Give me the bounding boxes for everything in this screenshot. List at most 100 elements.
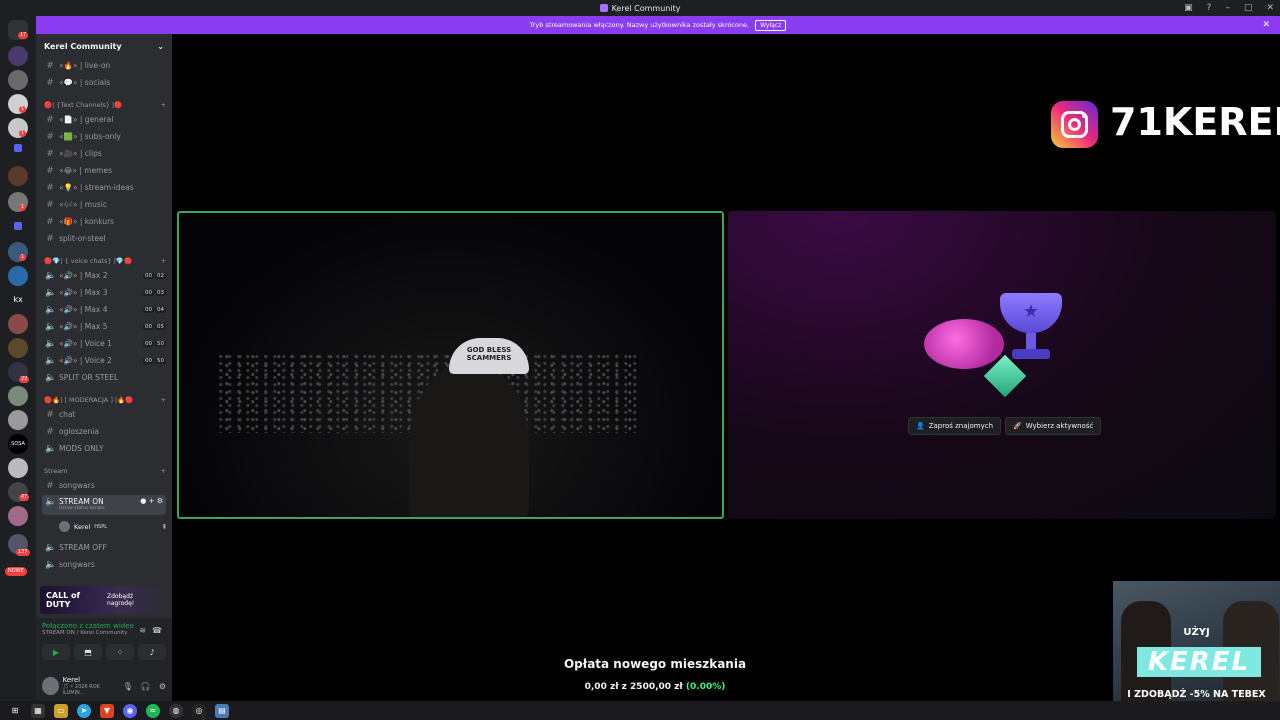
- server-icon[interactable]: [8, 386, 28, 406]
- channel-label: «🔥» | live-on: [59, 61, 111, 70]
- server-icon[interactable]: [8, 70, 28, 90]
- chat-icon[interactable]: ●: [140, 497, 146, 505]
- server-icon[interactable]: [8, 506, 28, 526]
- voice-channel-stream-off[interactable]: 🔈 STREAM OFF: [42, 540, 166, 555]
- user-limit: 00 02: [143, 272, 166, 279]
- server-header[interactable]: Kerel Community ⌄: [36, 34, 172, 58]
- store-icon[interactable]: ▦: [31, 703, 45, 718]
- add-channel-icon[interactable]: +: [161, 396, 166, 404]
- disable-streamer-mode-button[interactable]: Wyłącz: [755, 19, 787, 31]
- call-of-duty-promo[interactable]: CALL of DUTY Zdobądź nagrodę!: [40, 586, 168, 614]
- add-channel-icon[interactable]: +: [161, 101, 166, 109]
- channel-socials[interactable]: # «💬» | socials: [42, 75, 166, 90]
- discord-icon[interactable]: ◉: [123, 703, 137, 718]
- file-explorer-icon[interactable]: ▭: [54, 703, 68, 718]
- minimize-button[interactable]: –: [1225, 3, 1230, 13]
- kx-server-icon[interactable]: kx: [8, 290, 28, 310]
- folder-icon[interactable]: [14, 222, 22, 230]
- hash-icon: #: [46, 409, 54, 420]
- voice-channel-voice2[interactable]: 🔈 «🔊» | Voice 2 00 50: [42, 353, 166, 368]
- channel-status[interactable]: Ustaw status kanału: [59, 506, 105, 511]
- channel-stream-ideas[interactable]: # «💡» | stream-ideas: [42, 180, 166, 195]
- channel-label: «🔊» | Max 5: [59, 322, 108, 331]
- app-logo-icon: [599, 4, 608, 12]
- help-icon[interactable]: ?: [1207, 3, 1212, 13]
- inbox-icon[interactable]: ▣: [1184, 3, 1193, 13]
- voice-channel-max5[interactable]: 🔈 «🔊» | Max 5 00 05: [42, 319, 166, 334]
- voice-status[interactable]: Połączono z czatem wideo: [42, 622, 166, 630]
- category-text-channels[interactable]: 🔴| {Text Channels} |🔴 +: [44, 101, 166, 109]
- disconnect-icon[interactable]: ☎: [152, 626, 162, 635]
- start-menu-icon[interactable]: ⊞: [8, 704, 22, 718]
- add-member-icon[interactable]: +: [149, 497, 155, 505]
- channel-music[interactable]: # «🎶» | music: [42, 197, 166, 212]
- server-icon[interactable]: [8, 410, 28, 430]
- channel-label: songwars: [59, 481, 95, 490]
- sosa-server-icon[interactable]: SOSA: [8, 434, 28, 454]
- close-window-button[interactable]: ✕: [1266, 3, 1274, 13]
- maximize-button[interactable]: □: [1244, 3, 1253, 13]
- voice-channel-max3[interactable]: 🔈 «🔊» | Max 3 00 03: [42, 285, 166, 300]
- voice-channel-songwars[interactable]: 🔈 songwars: [42, 557, 166, 572]
- noise-suppression-icon[interactable]: ≋: [139, 626, 146, 635]
- server-icon[interactable]: [8, 314, 28, 334]
- user-limit: 00 05: [143, 323, 166, 330]
- channel-clips[interactable]: # «🎥» | clips: [42, 146, 166, 161]
- choose-activity-button[interactable]: 🚀 Wybierz aktywność: [1005, 417, 1102, 435]
- category-voice-chats[interactable]: 🔴💎| { voice chats} |💎🔴 +: [44, 257, 166, 265]
- voice-channel-max2[interactable]: 🔈 «🔊» | Max 2 00 02: [42, 268, 166, 283]
- server-badge: 1: [19, 106, 27, 113]
- voice-channel-max4[interactable]: 🔈 «🔊» | Max 4 00 04: [42, 302, 166, 317]
- hash-icon: #: [46, 148, 54, 159]
- hash-icon: #: [46, 216, 54, 227]
- channel-memes[interactable]: # «😂» | memes: [42, 163, 166, 178]
- new-label: NOWE: [5, 567, 27, 576]
- category-moderacja[interactable]: 🔴🔥| [ MODERACJA ] |🔥🔴 +: [44, 396, 166, 404]
- channel-konkurs[interactable]: # «🎁» | konkurs: [42, 214, 166, 229]
- invite-friends-button[interactable]: 👤 Zaproś znajomych: [908, 417, 1002, 435]
- voice-channel-split-or-steel[interactable]: 🔈 SPLIT OR STEEL: [42, 370, 166, 385]
- server-icon[interactable]: [8, 46, 28, 66]
- speaker-icon: 🔈: [45, 559, 57, 570]
- telegram-icon[interactable]: ➤: [77, 703, 91, 718]
- notepad-icon[interactable]: ▤: [215, 703, 229, 718]
- add-channel-icon[interactable]: +: [161, 257, 166, 265]
- channel-label: STREAM ON: [59, 497, 104, 506]
- add-friend-icon: 👤: [916, 422, 925, 430]
- channel-songwars[interactable]: # songwars: [42, 478, 166, 493]
- speaker-icon: 🔈: [45, 287, 57, 298]
- voice-channel-stream-on[interactable]: 🔈 STREAM ON Ustaw status kanału ● + ⚙: [42, 495, 166, 515]
- channel-general[interactable]: # «📄» | general: [42, 112, 166, 127]
- channel-ogloszenia[interactable]: # ogloszenia: [42, 424, 166, 439]
- hash-icon: #: [46, 60, 54, 71]
- channel-live-on[interactable]: # «🔥» | live-on: [42, 58, 166, 73]
- promo-game: CALL of DUTY: [46, 591, 81, 609]
- app-icon[interactable]: ◎: [192, 703, 206, 718]
- channel-subs-only[interactable]: # «🟩» | subs-only: [42, 129, 166, 144]
- channel-label: «🔊» | Max 2: [59, 271, 108, 280]
- voice-member[interactable]: Kerel HSPL ▮: [56, 519, 166, 534]
- brave-browser-icon[interactable]: ▼: [100, 703, 114, 718]
- server-icon[interactable]: [8, 166, 28, 186]
- promo-cta[interactable]: Zdobądź nagrodę!: [107, 593, 162, 607]
- app-title: Kerel Community: [599, 3, 681, 13]
- banner-close-icon[interactable]: ✕: [1262, 20, 1270, 30]
- window-title: Kerel Community: [611, 3, 681, 13]
- obs-icon[interactable]: ◍: [169, 703, 183, 718]
- voice-location[interactable]: STREAM ON / Kerel Community: [42, 630, 166, 636]
- server-icon[interactable]: [8, 458, 28, 478]
- add-channel-icon[interactable]: +: [161, 467, 166, 475]
- spotify-icon[interactable]: ≈: [146, 703, 160, 718]
- category-stream[interactable]: Stream +: [44, 467, 166, 475]
- channel-label: «🔊» | Voice 2: [59, 356, 112, 365]
- channel-split-or-steel[interactable]: # split-or-steel: [42, 231, 166, 246]
- voice-channel-voice1[interactable]: 🔈 «🔊» | Voice 1 00 50: [42, 336, 166, 351]
- server-icon[interactable]: [8, 266, 28, 286]
- voice-channel-mods-only[interactable]: 🔈 MODS ONLY: [42, 441, 166, 456]
- folder-icon[interactable]: [14, 144, 22, 152]
- channel-chat[interactable]: # chat: [42, 407, 166, 422]
- speaker-icon: 🔈: [45, 355, 57, 366]
- settings-gear-icon[interactable]: ⚙: [157, 497, 163, 505]
- video-tile-camera[interactable]: GOD BLESS SCAMMERS: [177, 211, 724, 519]
- server-icon[interactable]: [8, 338, 28, 358]
